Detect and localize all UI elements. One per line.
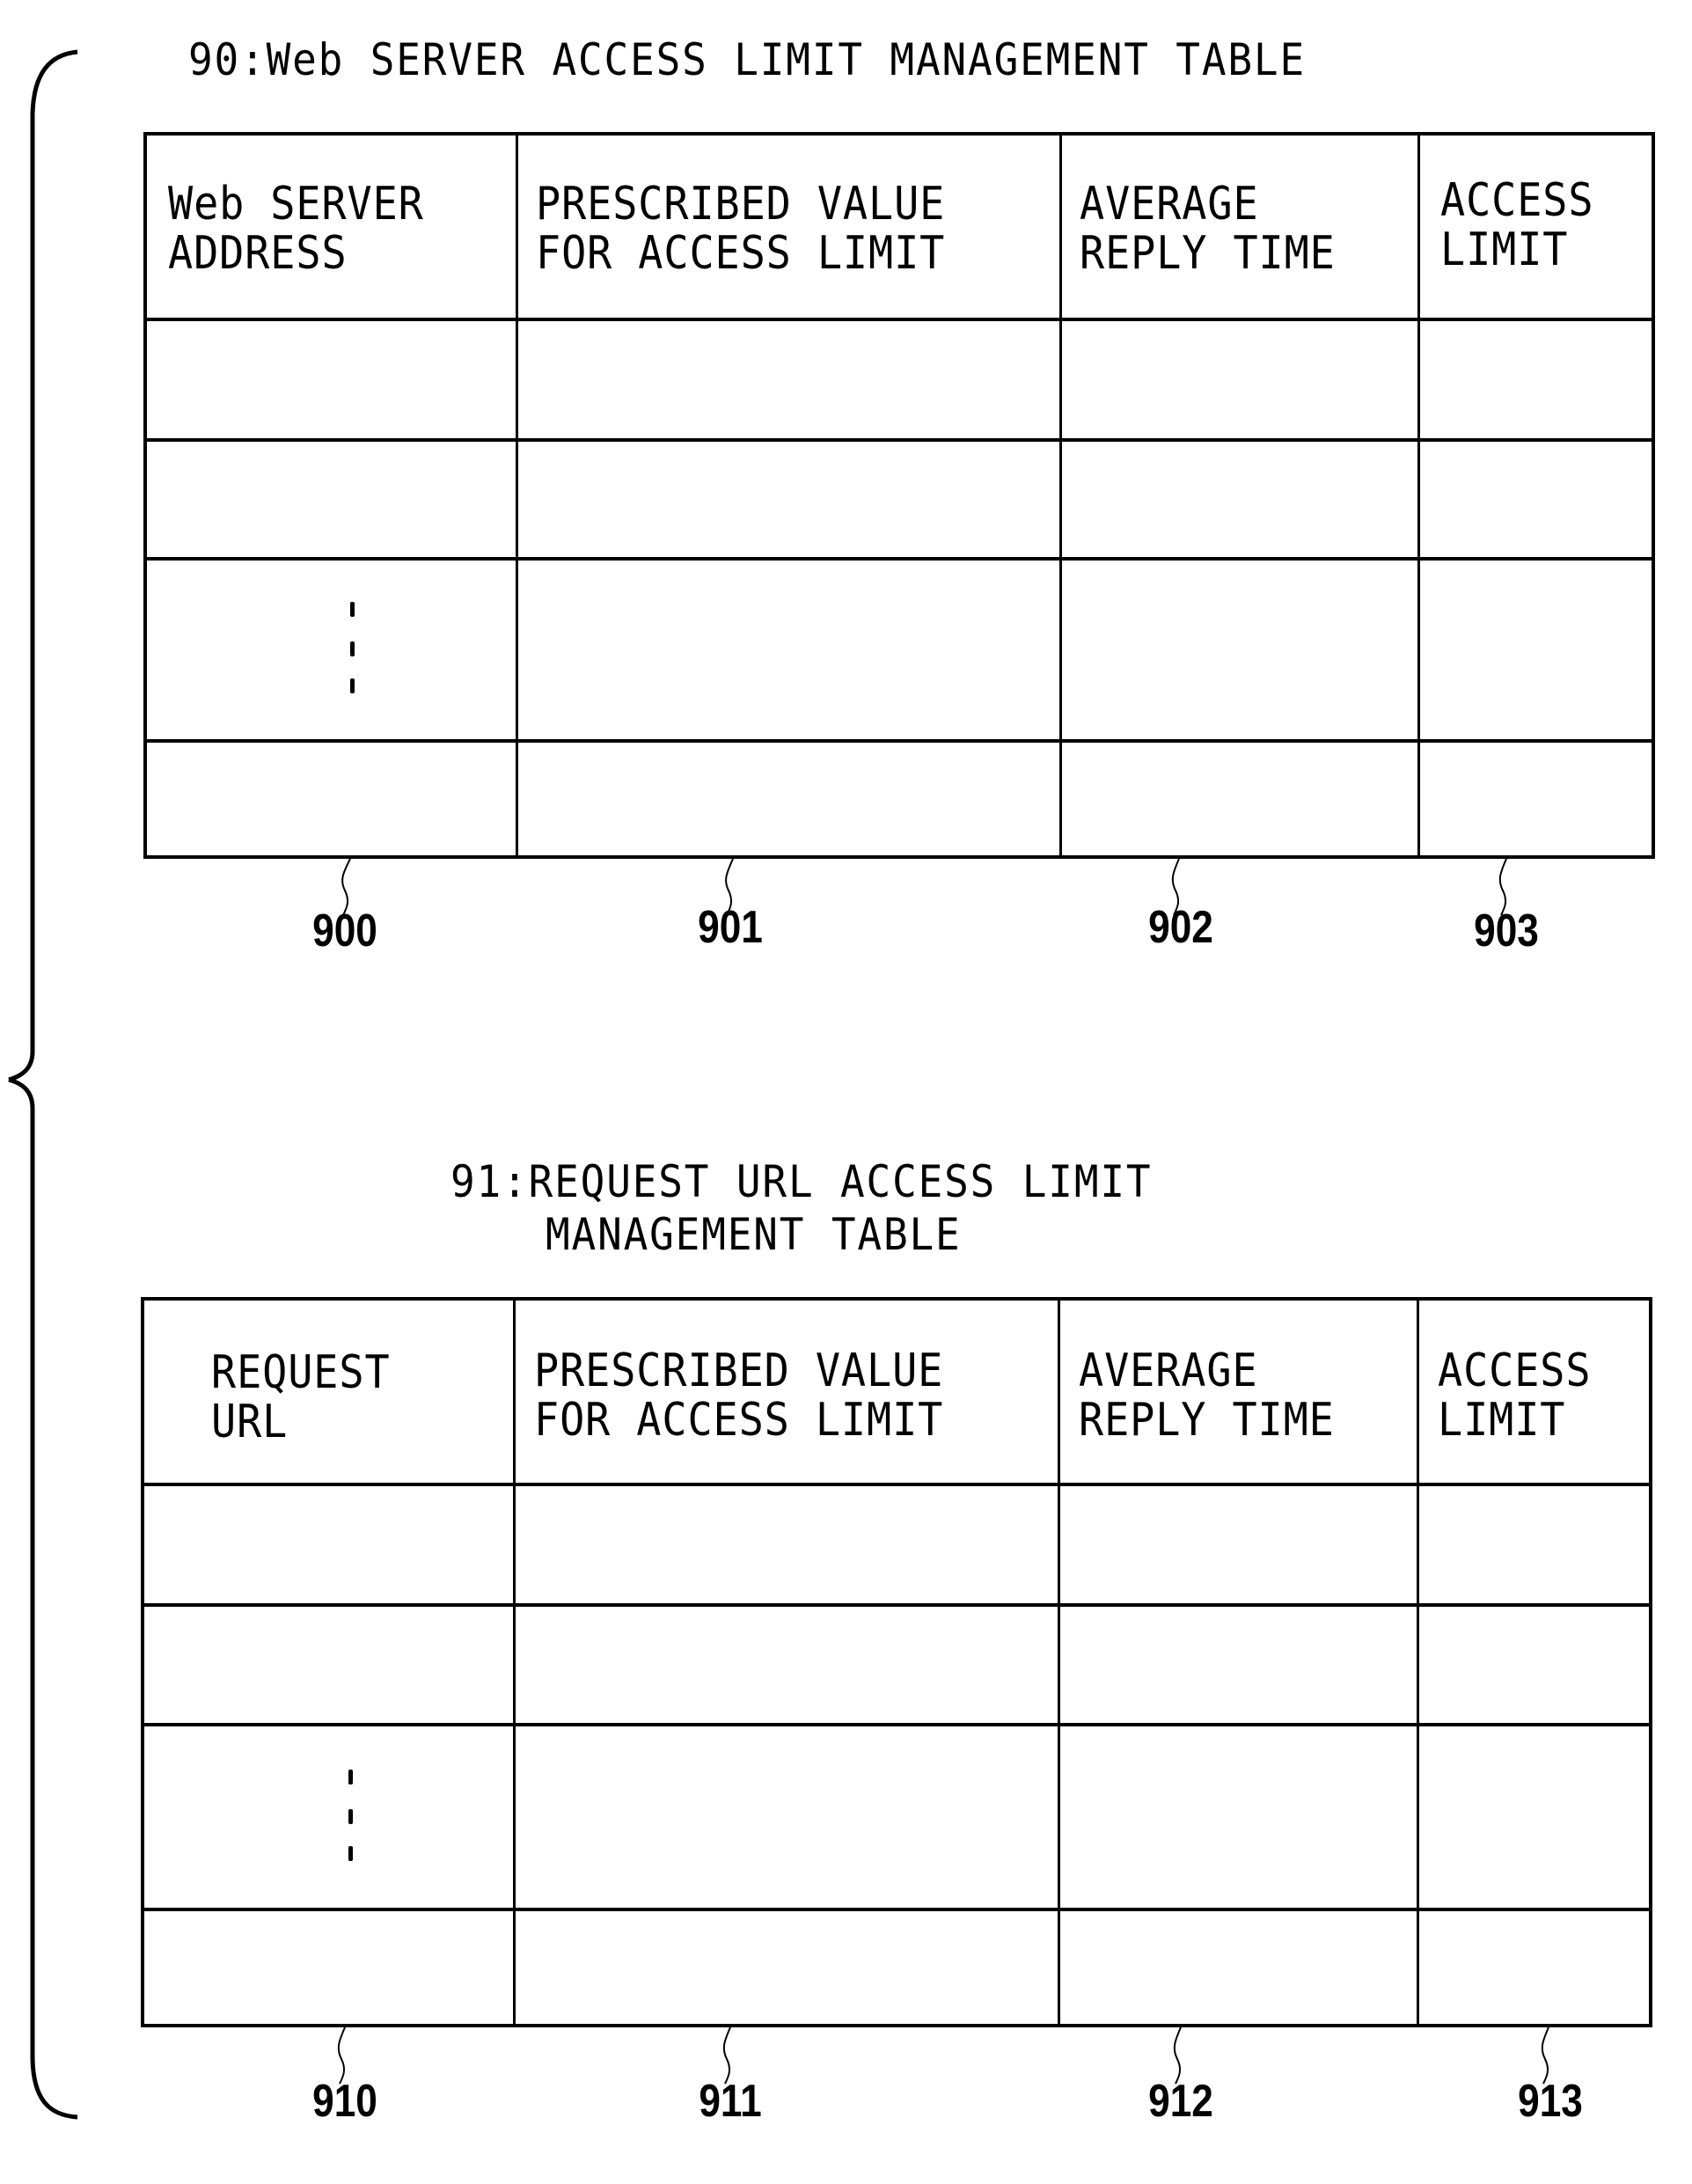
ref-numeral-913: 913 (1518, 2076, 1583, 2127)
ref-numeral-910: 910 (312, 2076, 377, 2127)
table-91-leader-lines (337, 2026, 1549, 2085)
ref-numeral-912: 912 (1148, 2076, 1213, 2127)
ref-numeral-911: 911 (699, 2076, 762, 2127)
